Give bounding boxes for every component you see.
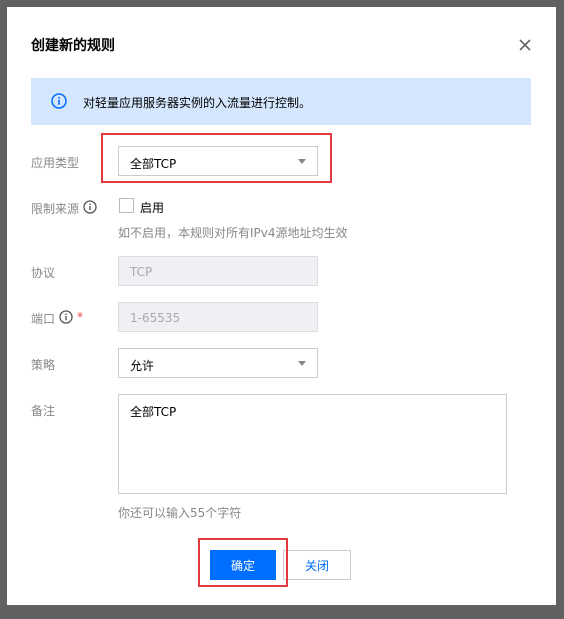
caret-down-icon: [298, 361, 306, 366]
protocol-input: TCP: [118, 256, 318, 286]
info-text: 对轻量应用服务器实例的入流量进行控制。: [83, 96, 312, 110]
required-mark: *: [77, 310, 83, 324]
close-button[interactable]: 关闭: [283, 550, 351, 580]
app-type-value: 全部TCP: [130, 157, 177, 171]
policy-select[interactable]: 允许: [118, 348, 318, 378]
port-label: 端口: [31, 312, 56, 326]
close-icon[interactable]: [517, 37, 533, 53]
app-type-select[interactable]: 全部TCP: [118, 146, 318, 176]
dialog-title: 创建新的规则: [31, 38, 115, 54]
source-limit-label: 限制来源: [31, 202, 80, 216]
port-value: 1-65535: [130, 311, 181, 325]
info-circle-icon: [51, 93, 67, 109]
help-circle-icon[interactable]: [83, 200, 97, 214]
source-limit-hint: 如不启用，本规则对所有IPv4源地址均生效: [118, 226, 348, 240]
protocol-label: 协议: [31, 266, 56, 280]
confirm-button[interactable]: 确定: [210, 550, 276, 580]
remark-value: 全部TCP: [130, 405, 177, 419]
help-circle-icon[interactable]: [59, 310, 73, 324]
app-type-label: 应用类型: [31, 156, 80, 170]
create-rule-dialog: 创建新的规则 对轻量应用服务器实例的入流量进行控制。 应用类型 全部TCP 限制…: [7, 7, 556, 605]
source-limit-checkbox[interactable]: [119, 198, 134, 213]
caret-down-icon: [298, 159, 306, 164]
port-input: 1-65535: [118, 302, 318, 332]
info-banner: 对轻量应用服务器实例的入流量进行控制。: [31, 78, 531, 125]
remark-remaining-hint: 你还可以输入55个字符: [118, 506, 242, 520]
remark-label: 备注: [31, 404, 56, 418]
remark-textarea[interactable]: 全部TCP: [118, 394, 507, 494]
policy-value: 允许: [130, 359, 155, 373]
protocol-value: TCP: [130, 265, 153, 279]
source-limit-checkbox-label[interactable]: 启用: [140, 199, 164, 216]
policy-label: 策略: [31, 358, 56, 372]
